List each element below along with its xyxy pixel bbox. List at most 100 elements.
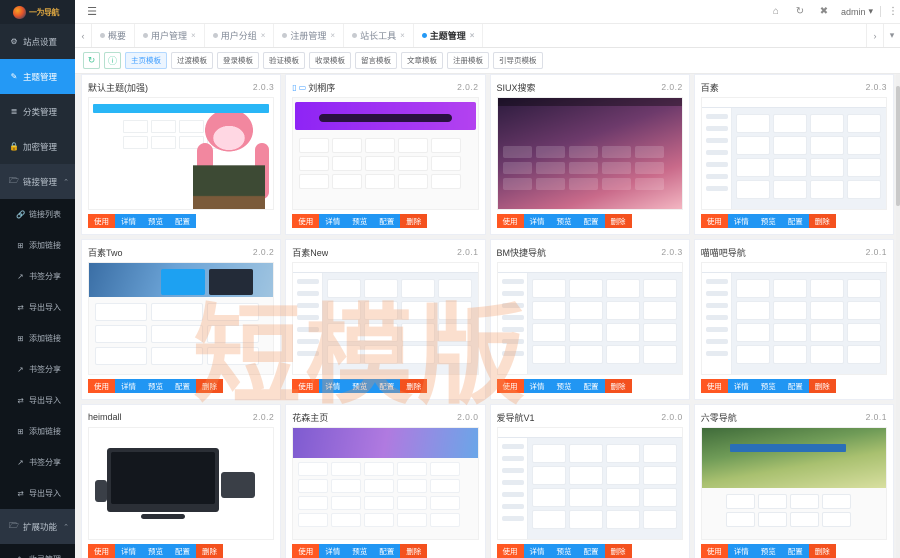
theme-action-blue-button[interactable]: 详情 [115, 379, 142, 393]
sidebar-item-3[interactable]: 🔒 加密管理 [0, 129, 75, 164]
tabs-dropdown[interactable]: ▾ [883, 24, 900, 47]
tabs-scroll-right[interactable]: › [866, 24, 883, 47]
theme-action-use-button[interactable]: 使用 [496, 214, 524, 228]
sidebar-subitem-11[interactable]: ⇄ 导出导入 [0, 385, 75, 416]
tab-3[interactable]: 注册管理 × [274, 24, 345, 47]
theme-card[interactable]: ▯ ▭ 刘桐序 2.0.2 使用 详情 预览 配置 删除 [285, 74, 486, 235]
scrollbar-thumb[interactable] [896, 86, 900, 206]
theme-action-del-button[interactable]: 删除 [400, 379, 428, 393]
theme-action-blue-button[interactable]: 详情 [523, 379, 551, 393]
filter-button-4[interactable]: 收录模板 [309, 52, 351, 69]
tab-0[interactable]: 概要 [92, 24, 136, 47]
sidebar-subitem-6[interactable]: ⊞ 添加链接 [0, 230, 75, 261]
sidebar-item-15[interactable]: 🗁 扩展功能 ⌃ [0, 509, 75, 544]
logo[interactable]: 一为导航 [0, 0, 75, 24]
theme-thumbnail[interactable] [496, 262, 683, 375]
theme-action-del-button[interactable]: 删除 [400, 544, 428, 558]
theme-action-blue-button[interactable]: 详情 [319, 379, 347, 393]
theme-action-blue-button[interactable]: 配置 [781, 544, 809, 558]
theme-action-blue-button[interactable]: 详情 [727, 544, 755, 558]
theme-thumbnail[interactable] [88, 97, 275, 210]
filter-button-8[interactable]: 引导页模板 [493, 52, 543, 69]
info-button[interactable]: ⓘ [104, 52, 121, 69]
theme-action-use-button[interactable]: 使用 [292, 214, 320, 228]
home-icon[interactable]: ⌂ [764, 6, 788, 17]
theme-action-blue-button[interactable]: 预览 [142, 544, 169, 558]
theme-action-blue-button[interactable]: 预览 [754, 214, 782, 228]
tab-5[interactable]: 主题管理 × [414, 24, 484, 47]
fullscreen-icon[interactable]: ✖ [812, 6, 836, 17]
tab-1[interactable]: 用户管理 × [135, 24, 205, 47]
theme-action-blue-button[interactable]: 详情 [523, 214, 551, 228]
theme-action-blue-button[interactable]: 详情 [319, 544, 347, 558]
theme-thumbnail[interactable] [88, 262, 275, 375]
theme-card[interactable]: 百素Two 2.0.2 使用 详情 预览 配置 删除 [81, 239, 282, 400]
theme-card[interactable]: BM快捷导航 2.0.3 使用 详情 预览 配置 删除 [489, 239, 690, 400]
theme-action-blue-button[interactable]: 配置 [577, 214, 605, 228]
theme-action-del-button[interactable]: 删除 [196, 379, 223, 393]
theme-action-blue-button[interactable]: 配置 [577, 544, 605, 558]
theme-card[interactable]: 六零导航 2.0.1 使用 详情 预览 配置 删除 [693, 404, 894, 558]
theme-action-blue-button[interactable]: 配置 [169, 544, 196, 558]
tab-close-icon[interactable]: × [330, 31, 335, 40]
sidebar-subitem-8[interactable]: ⇄ 导出导入 [0, 292, 75, 323]
theme-action-del-button[interactable]: 删除 [808, 544, 836, 558]
theme-action-blue-button[interactable]: 配置 [781, 214, 809, 228]
tab-close-icon[interactable]: × [470, 31, 475, 40]
theme-action-blue-button[interactable]: 配置 [169, 214, 196, 228]
theme-card[interactable]: 百素 2.0.3 使用 详情 预览 配置 删除 [693, 74, 894, 235]
filter-button-2[interactable]: 登录模板 [217, 52, 259, 69]
theme-action-del-button[interactable]: 删除 [604, 214, 632, 228]
theme-action-blue-button[interactable]: 预览 [550, 214, 578, 228]
theme-action-del-button[interactable]: 删除 [808, 379, 836, 393]
theme-action-blue-button[interactable]: 预览 [346, 379, 374, 393]
sidebar-subitem-14[interactable]: ⇄ 导出导入 [0, 478, 75, 509]
sidebar-subitem-5[interactable]: 🔗 链接列表 [0, 199, 75, 230]
sidebar-subitem-9[interactable]: ⊞ 添加链接 [0, 323, 75, 354]
filter-button-1[interactable]: 过渡模板 [171, 52, 213, 69]
theme-card[interactable]: heimdall 2.0.2 使用 详情 预览 配置 删除 [81, 404, 282, 558]
theme-action-del-button[interactable]: 删除 [604, 379, 632, 393]
theme-card[interactable]: 花森主页 2.0.0 使用 详情 预览 配置 删除 [285, 404, 486, 558]
theme-thumbnail[interactable] [88, 427, 275, 540]
sidebar-subitem-16[interactable]: ✎收录管理 [0, 544, 75, 558]
theme-thumbnail[interactable] [292, 427, 479, 540]
theme-action-blue-button[interactable]: 预览 [754, 544, 782, 558]
filter-button-5[interactable]: 留言模板 [355, 52, 397, 69]
theme-action-blue-button[interactable]: 预览 [142, 214, 169, 228]
theme-action-blue-button[interactable]: 配置 [169, 379, 196, 393]
user-menu[interactable]: admin ▾ [836, 6, 878, 17]
theme-action-use-button[interactable]: 使用 [496, 544, 524, 558]
theme-action-blue-button[interactable]: 预览 [142, 379, 169, 393]
theme-thumbnail[interactable] [292, 97, 479, 210]
sidebar-item-2[interactable]: ≣ 分类管理 [0, 94, 75, 129]
sidebar-item-1[interactable]: ✎ 主题管理 [0, 59, 75, 94]
theme-action-use-button[interactable]: 使用 [292, 379, 320, 393]
theme-card[interactable]: 喵喵吧导航 2.0.1 使用 详情 预览 配置 删除 [693, 239, 894, 400]
theme-action-del-button[interactable]: 删除 [604, 544, 632, 558]
theme-action-blue-button[interactable]: 预览 [550, 379, 578, 393]
refresh-icon[interactable]: ↻ [788, 6, 812, 17]
theme-action-del-button[interactable]: 删除 [400, 214, 428, 228]
theme-action-blue-button[interactable]: 详情 [319, 214, 347, 228]
scrollbar-track[interactable] [896, 74, 900, 558]
theme-thumbnail[interactable] [700, 427, 887, 540]
theme-thumbnail[interactable] [700, 97, 887, 210]
filter-button-0[interactable]: 主页模板 [125, 52, 167, 69]
theme-thumbnail[interactable] [496, 97, 683, 210]
sidebar-subitem-12[interactable]: ⊞ 添加链接 [0, 416, 75, 447]
theme-action-del-button[interactable]: 删除 [196, 544, 223, 558]
theme-action-blue-button[interactable]: 预览 [754, 379, 782, 393]
theme-action-use-button[interactable]: 使用 [496, 379, 524, 393]
theme-action-blue-button[interactable]: 配置 [373, 544, 401, 558]
tab-2[interactable]: 用户分组 × [205, 24, 275, 47]
filter-button-7[interactable]: 注册模板 [447, 52, 489, 69]
theme-action-blue-button[interactable]: 详情 [115, 214, 142, 228]
theme-action-use-button[interactable]: 使用 [292, 544, 320, 558]
sidebar-subitem-10[interactable]: ↗ 书签分享 [0, 354, 75, 385]
theme-action-blue-button[interactable]: 详情 [727, 214, 755, 228]
theme-card[interactable]: 百素New 2.0.1 使用 详情 预览 配置 删除 [285, 239, 486, 400]
theme-action-use-button[interactable]: 使用 [88, 214, 115, 228]
theme-action-use-button[interactable]: 使用 [700, 379, 728, 393]
sidebar-subitem-13[interactable]: ↗ 书签分享 [0, 447, 75, 478]
